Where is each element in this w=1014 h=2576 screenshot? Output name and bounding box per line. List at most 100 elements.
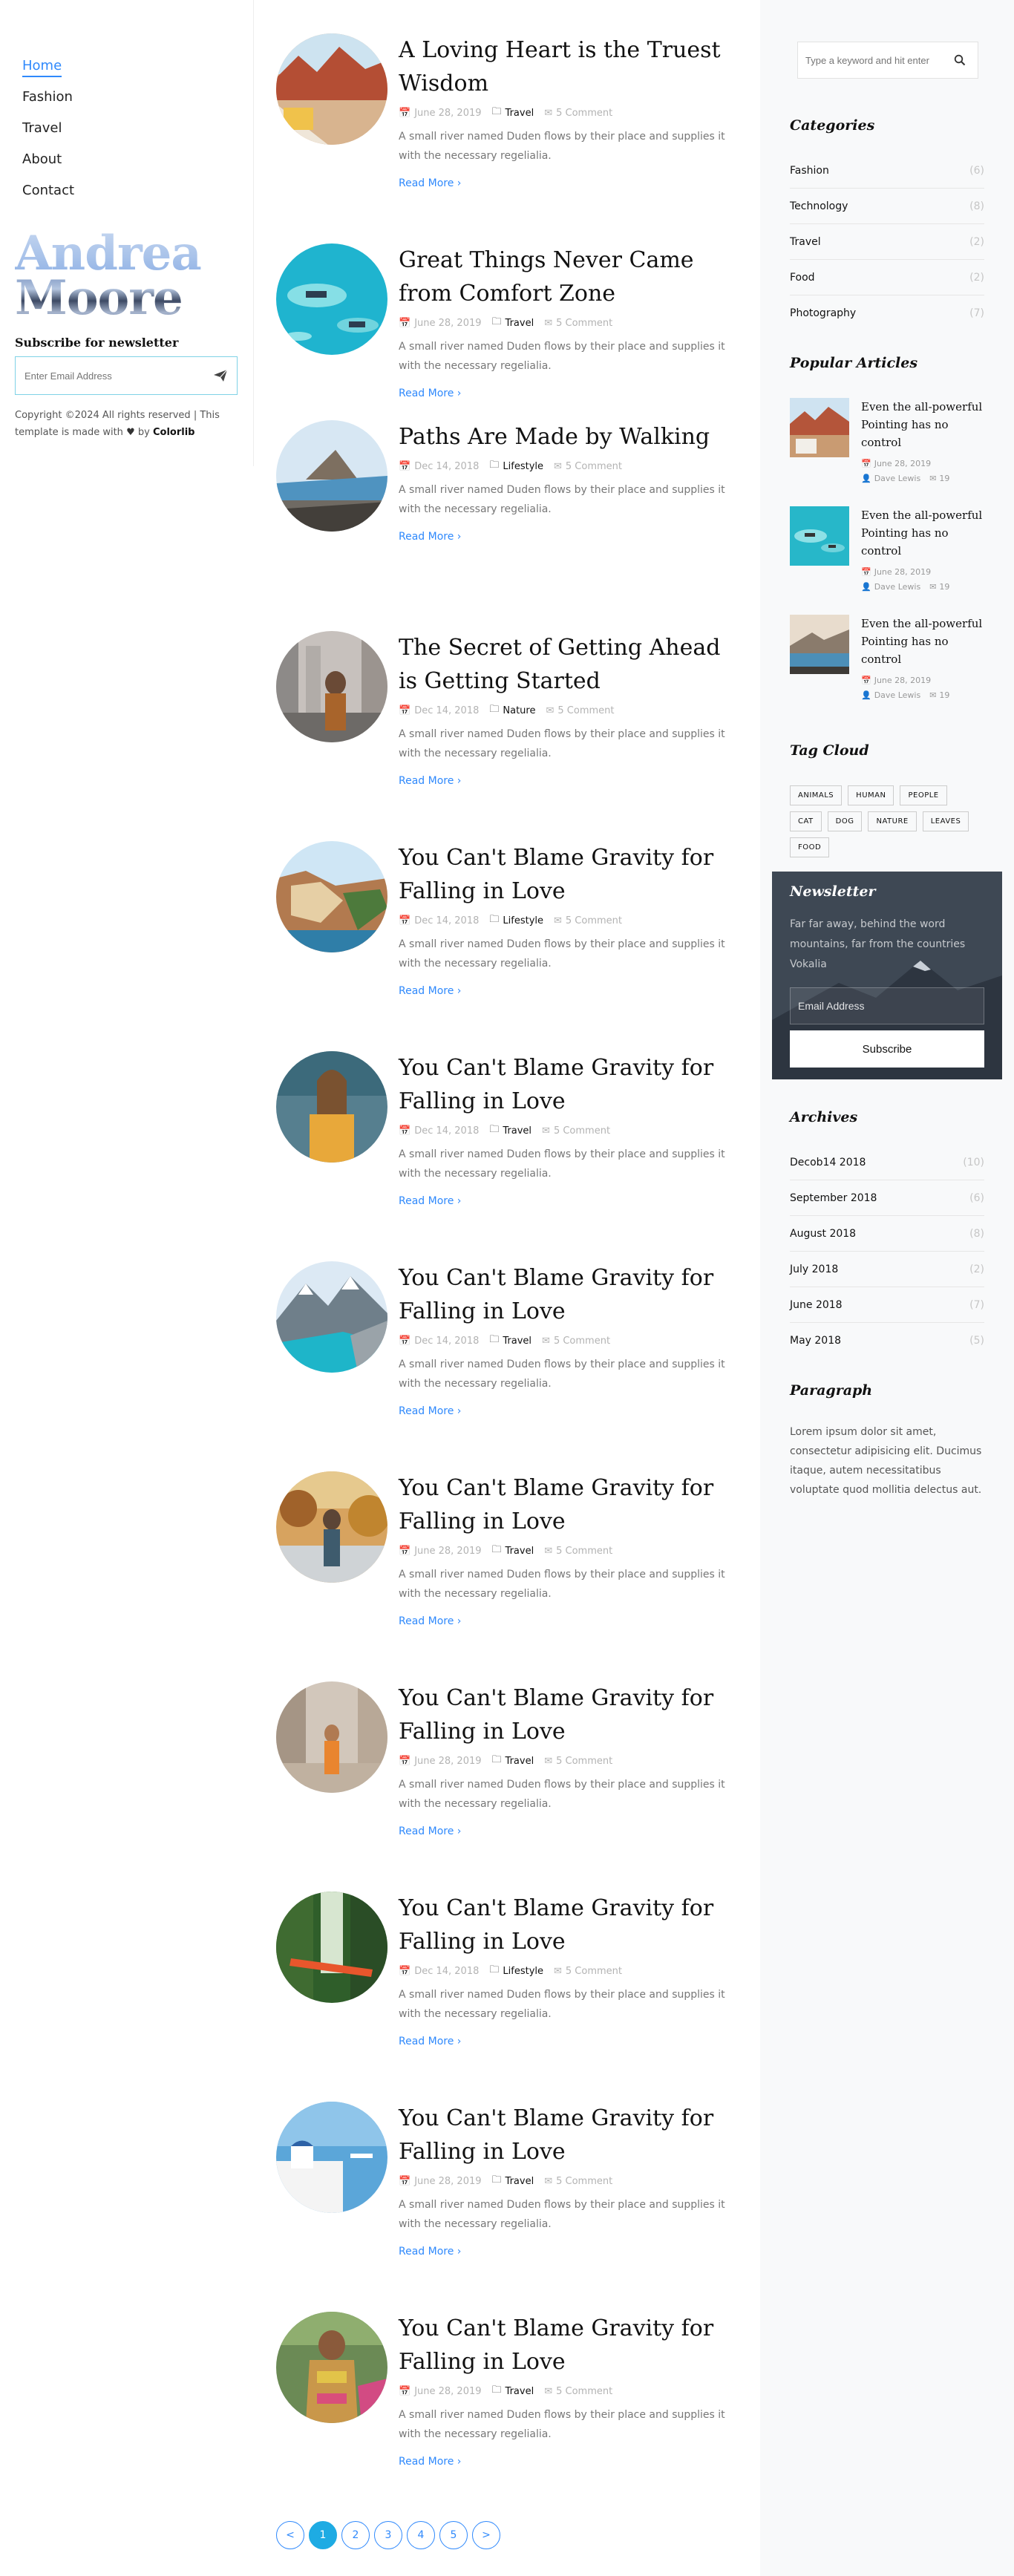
post-category[interactable]: 🗀 Travel (492, 1543, 534, 1559)
popular-article-thumbnail[interactable] (790, 398, 849, 457)
post-title[interactable]: Great Things Never Came from Comfort Zon… (399, 243, 740, 310)
tag-item[interactable]: HUMAN (848, 785, 894, 805)
post-comments[interactable]: ✉ 5 Comment (554, 915, 622, 926)
pagination-prev[interactable]: < (276, 2521, 304, 2549)
read-more-link[interactable]: Read More › (399, 1825, 461, 1837)
post-thumbnail[interactable] (276, 1051, 387, 1163)
post-thumbnail[interactable] (276, 631, 387, 742)
post-category[interactable]: 🗀 Lifestyle (489, 912, 543, 929)
read-more-link[interactable]: Read More › (399, 1615, 461, 1627)
archive-item[interactable]: August 2018 (8) (790, 1216, 984, 1252)
author-link[interactable]: Colorlib (153, 427, 195, 438)
search-icon[interactable] (954, 54, 966, 66)
post-category[interactable]: 🗀 Lifestyle (489, 1963, 543, 1979)
post-title[interactable]: You Can't Blame Gravity for Falling in L… (399, 1681, 740, 1748)
nav-item-home[interactable]: Home (22, 58, 62, 77)
search-input[interactable] (798, 42, 946, 78)
post-category[interactable]: 🗀 Travel (489, 1333, 531, 1349)
popular-article-thumbnail[interactable] (790, 506, 849, 566)
category-item[interactable]: Travel (2) (790, 224, 984, 260)
post-category[interactable]: 🗀 Travel (489, 1122, 531, 1139)
post-thumbnail[interactable] (276, 420, 387, 532)
read-more-link[interactable]: Read More › (399, 1405, 461, 1417)
post-category[interactable]: 🗀 Travel (492, 315, 534, 331)
popular-article-title[interactable]: Even the all-powerful Pointing has no co… (861, 615, 987, 668)
archive-item[interactable]: Decob14 2018 (10) (790, 1145, 984, 1180)
post-category[interactable]: 🗀 Travel (492, 1753, 534, 1769)
popular-article-thumbnail[interactable] (790, 615, 849, 674)
newsletter-email-input[interactable] (790, 987, 984, 1024)
nav-item-about[interactable]: About (22, 151, 62, 169)
read-more-link[interactable]: Read More › (399, 2456, 461, 2468)
pagination-page-4[interactable]: 4 (407, 2521, 435, 2549)
post-title[interactable]: You Can't Blame Gravity for Falling in L… (399, 2312, 740, 2379)
nav-item-fashion[interactable]: Fashion (22, 89, 73, 107)
post-title[interactable]: You Can't Blame Gravity for Falling in L… (399, 1471, 740, 1538)
tag-item[interactable]: ANIMALS (790, 785, 843, 805)
nav-item-travel[interactable]: Travel (22, 120, 62, 138)
read-more-link[interactable]: Read More › (399, 177, 461, 189)
pagination-page-1[interactable]: 1 (309, 2521, 337, 2549)
post-comments[interactable]: ✉ 5 Comment (544, 2386, 612, 2397)
category-item[interactable]: Food (2) (790, 260, 984, 295)
pagination-page-3[interactable]: 3 (374, 2521, 402, 2549)
read-more-link[interactable]: Read More › (399, 2036, 461, 2047)
post-title[interactable]: Paths Are Made by Walking (399, 420, 740, 454)
post-comments[interactable]: ✉ 5 Comment (544, 318, 612, 329)
popular-article[interactable]: Even the all-powerful Pointing has no co… (790, 506, 984, 610)
post-thumbnail[interactable] (276, 33, 387, 145)
tag-item[interactable]: LEAVES (922, 811, 969, 831)
post-thumbnail[interactable] (276, 2312, 387, 2423)
post-thumbnail[interactable] (276, 841, 387, 952)
post-thumbnail[interactable] (276, 1892, 387, 2003)
read-more-link[interactable]: Read More › (399, 1195, 461, 1207)
subscribe-email-input[interactable] (16, 357, 201, 394)
post-comments[interactable]: ✉ 5 Comment (544, 1546, 612, 1557)
pagination-next[interactable]: > (472, 2521, 500, 2549)
post-title[interactable]: You Can't Blame Gravity for Falling in L… (399, 841, 740, 908)
post-title[interactable]: The Secret of Getting Ahead is Getting S… (399, 631, 740, 698)
post-title[interactable]: You Can't Blame Gravity for Falling in L… (399, 1261, 740, 1328)
post-thumbnail[interactable] (276, 1261, 387, 1373)
post-thumbnail[interactable] (276, 1471, 387, 1583)
site-logo[interactable]: Andrea Moore (15, 230, 209, 325)
archive-item[interactable]: September 2018 (6) (790, 1180, 984, 1216)
post-category[interactable]: 🗀 Travel (492, 2383, 534, 2399)
read-more-link[interactable]: Read More › (399, 775, 461, 787)
pagination-page-2[interactable]: 2 (341, 2521, 370, 2549)
post-title[interactable]: You Can't Blame Gravity for Falling in L… (399, 1892, 740, 1958)
post-comments[interactable]: ✉ 5 Comment (544, 1756, 612, 1767)
read-more-link[interactable]: Read More › (399, 985, 461, 997)
post-category[interactable]: 🗀 Travel (492, 105, 534, 121)
post-comments[interactable]: ✉ 5 Comment (554, 1966, 622, 1977)
pagination-page-5[interactable]: 5 (439, 2521, 468, 2549)
archive-item[interactable]: July 2018 (2) (790, 1252, 984, 1287)
popular-article-title[interactable]: Even the all-powerful Pointing has no co… (861, 506, 987, 560)
post-category[interactable]: 🗀 Nature (489, 702, 535, 719)
post-comments[interactable]: ✉ 5 Comment (542, 1125, 610, 1137)
post-comments[interactable]: ✉ 5 Comment (544, 2176, 612, 2187)
post-title[interactable]: You Can't Blame Gravity for Falling in L… (399, 1051, 740, 1118)
post-thumbnail[interactable] (276, 243, 387, 355)
popular-article[interactable]: Even the all-powerful Pointing has no co… (790, 398, 984, 502)
archive-item[interactable]: June 2018 (7) (790, 1287, 984, 1323)
paper-plane-icon[interactable] (213, 369, 228, 382)
read-more-link[interactable]: Read More › (399, 531, 461, 543)
tag-item[interactable]: NATURE (868, 811, 917, 831)
tag-item[interactable]: DOG (827, 811, 863, 831)
post-title[interactable]: You Can't Blame Gravity for Falling in L… (399, 2102, 740, 2168)
category-item[interactable]: Technology (8) (790, 189, 984, 224)
post-category[interactable]: 🗀 Lifestyle (489, 458, 543, 474)
popular-article[interactable]: Even the all-powerful Pointing has no co… (790, 615, 984, 719)
post-thumbnail[interactable] (276, 1681, 387, 1793)
newsletter-subscribe-button[interactable]: Subscribe (790, 1030, 984, 1068)
post-comments[interactable]: ✉ 5 Comment (554, 461, 622, 472)
post-comments[interactable]: ✉ 5 Comment (544, 108, 612, 119)
tag-item[interactable]: FOOD (790, 837, 830, 857)
category-item[interactable]: Fashion (6) (790, 153, 984, 189)
tag-item[interactable]: CAT (790, 811, 822, 831)
post-category[interactable]: 🗀 Travel (492, 2173, 534, 2189)
read-more-link[interactable]: Read More › (399, 2246, 461, 2258)
tag-item[interactable]: PEOPLE (900, 785, 947, 805)
post-comments[interactable]: ✉ 5 Comment (542, 1336, 610, 1347)
